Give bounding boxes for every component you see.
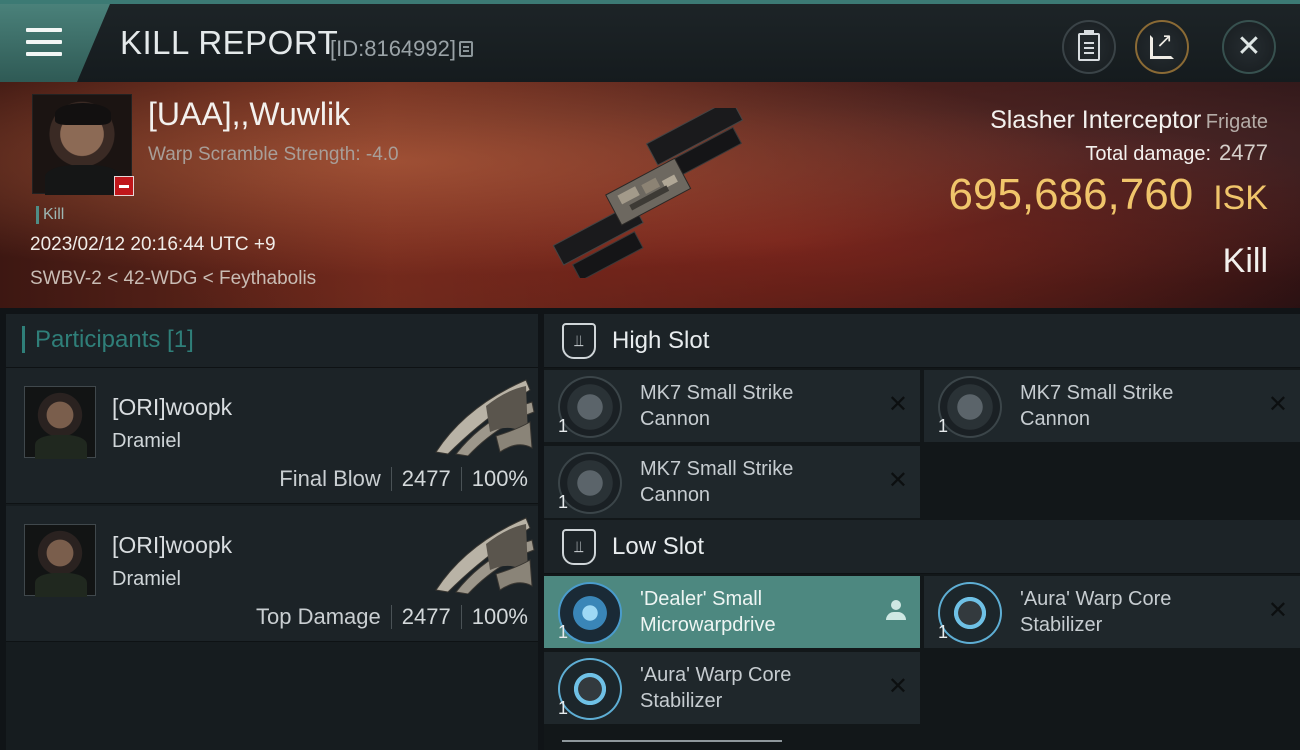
participant-avatar[interactable] — [24, 386, 96, 459]
next-section-stub — [562, 740, 782, 750]
clipboard-icon — [1078, 30, 1100, 61]
high-slot-title: High Slot — [612, 326, 710, 354]
participant-damage: 2477 — [401, 466, 451, 491]
destroyed-x-icon: ✕ — [1267, 390, 1288, 418]
high-slot-icon: ⫫ — [562, 322, 596, 359]
participants-empty-area — [6, 642, 538, 742]
destroyed-x-icon: ✕ — [887, 390, 908, 418]
high-slot-modules: 1 MK7 Small Strike Cannon ✕ 1 MK7 Small … — [544, 368, 1300, 520]
participant-stats: Final Blow 2477 100% — [279, 466, 528, 492]
participant-row[interactable]: [ORI]woopk Dramiel Final Blow 2477 100% — [6, 368, 538, 504]
participants-title: Participants [1] — [22, 326, 194, 353]
module-name: MK7 Small Strike Cannon — [640, 458, 794, 506]
menu-icon[interactable] — [26, 28, 62, 56]
report-id[interactable]: [ID:8164992] — [330, 36, 473, 62]
participant-stats: Top Damage 2477 100% — [256, 604, 528, 630]
kill-tag: Kill — [36, 206, 64, 224]
module-item[interactable]: 1 'Aura' Warp Core Stabilizer ✕ — [544, 652, 920, 724]
participant-avatar[interactable] — [24, 524, 96, 597]
module-name: 'Aura' Warp Core Stabilizer — [640, 664, 792, 712]
participants-header: Participants [1] — [6, 314, 538, 368]
low-slot-icon: ⫫ — [562, 528, 596, 565]
module-quantity: 1 — [558, 492, 569, 512]
kill-location[interactable]: SWBV-2 < 42-WDG < Feythabolis — [30, 268, 316, 290]
module-item[interactable]: 1 MK7 Small Strike Cannon ✕ — [544, 446, 920, 518]
module-name: 'Aura' Warp Core Stabilizer — [1020, 588, 1172, 636]
victim-ship-line: Slasher Interceptor Frigate — [990, 106, 1268, 135]
module-item[interactable]: 1 'Dealer' Small Microwarpdrive — [544, 576, 920, 648]
victim-banner: [UAA],,Wuwlik Warp Scramble Strength: -4… — [0, 82, 1300, 308]
participant-name[interactable]: [ORI]woopk — [112, 532, 232, 559]
menu-tab[interactable] — [0, 4, 110, 82]
page-title: KILL REPORT — [120, 24, 339, 61]
module-item[interactable]: 1 MK7 Small Strike Cannon ✕ — [924, 370, 1300, 442]
participant-percent: 100% — [471, 604, 528, 629]
module-item[interactable]: 1 'Aura' Warp Core Stabilizer ✕ — [924, 576, 1300, 648]
participant-name[interactable]: [ORI]woopk — [112, 394, 232, 421]
module-name: 'Dealer' Small Microwarpdrive — [640, 588, 776, 636]
share-button[interactable] — [1135, 20, 1189, 74]
participant-ship: Dramiel — [112, 430, 181, 452]
module-name: MK7 Small Strike Cannon — [640, 382, 794, 430]
module-quantity: 1 — [938, 622, 949, 642]
clipboard-button[interactable] — [1062, 20, 1116, 74]
module-item[interactable]: 1 MK7 Small Strike Cannon ✕ — [544, 370, 920, 442]
top-bar: KILL REPORT [ID:8164992] ✕ — [0, 0, 1300, 82]
participant-damage: 2477 — [401, 604, 451, 629]
total-damage-value: 2477 — [1219, 140, 1268, 165]
participant-role: Final Blow — [279, 466, 381, 491]
participant-role: Top Damage — [256, 604, 381, 629]
destroyed-x-icon: ✕ — [1267, 596, 1288, 624]
total-damage-label: Total damage: — [1085, 143, 1212, 165]
empty-slot — [924, 652, 1300, 724]
report-id-text: [ID:8164992] — [330, 36, 456, 61]
participant-row[interactable]: [ORI]woopk Dramiel Top Damage 2477 100% — [6, 506, 538, 642]
copy-icon[interactable] — [458, 41, 473, 57]
minus-badge-icon — [114, 176, 134, 196]
module-quantity: 1 — [938, 416, 949, 436]
warp-scramble-strength: Warp Scramble Strength: -4.0 — [148, 144, 399, 165]
victim-ship-image — [552, 108, 744, 278]
module-quantity: 1 — [558, 622, 569, 642]
module-quantity: 1 — [558, 416, 569, 436]
person-icon[interactable] — [886, 600, 906, 622]
kill-result: Kill — [1222, 242, 1268, 280]
participant-percent: 100% — [471, 466, 528, 491]
close-button[interactable]: ✕ — [1222, 20, 1276, 74]
victim-ship-class: Frigate — [1205, 111, 1268, 133]
low-slot-title: Low Slot — [612, 532, 705, 560]
destroyed-x-icon: ✕ — [887, 466, 908, 494]
participant-ship: Dramiel — [112, 568, 181, 590]
empty-slot — [924, 446, 1300, 518]
module-name: MK7 Small Strike Cannon — [1020, 382, 1174, 430]
participant-ship-image — [435, 517, 535, 594]
share-icon — [1150, 28, 1174, 59]
victim-name[interactable]: [UAA],,Wuwlik — [148, 96, 350, 133]
low-slot-header: ⫫ Low Slot — [544, 520, 1300, 574]
participant-ship-image — [435, 379, 535, 456]
isk-unit: ISK — [1213, 179, 1268, 217]
close-icon: ✕ — [1236, 29, 1262, 64]
module-quantity: 1 — [558, 698, 569, 718]
destroyed-x-icon: ✕ — [887, 672, 908, 700]
isk-line: 695,686,760 ISK — [949, 170, 1269, 220]
low-slot-modules: 1 'Dealer' Small Microwarpdrive 1 'Aura'… — [544, 574, 1300, 726]
isk-value: 695,686,760 — [948, 170, 1194, 219]
kill-datetime: 2023/02/12 20:16:44 UTC +9 — [30, 234, 276, 255]
participants-panel: Participants [1] [ORI]woopk Dramiel Fina… — [6, 314, 538, 750]
victim-ship-name[interactable]: Slasher Interceptor — [990, 106, 1201, 134]
fitting-panel: ⫫ High Slot 1 MK7 Small Strike Cannon ✕ … — [544, 314, 1300, 750]
total-damage: Total damage: 2477 — [1085, 140, 1268, 166]
high-slot-header: ⫫ High Slot — [544, 314, 1300, 368]
